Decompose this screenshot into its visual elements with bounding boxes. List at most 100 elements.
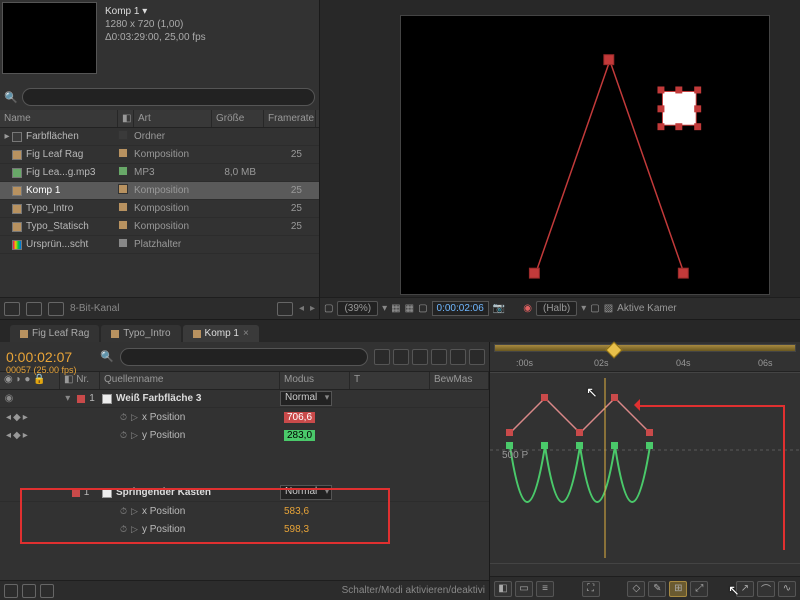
timeline-timecode[interactable]: 0:00:02:07: [0, 349, 100, 365]
arrowhead-icon: [628, 399, 640, 411]
graph-icon[interactable]: ▷: [131, 430, 138, 441]
toggle-extra-icon[interactable]: [40, 584, 54, 598]
new-folder-icon[interactable]: [26, 302, 42, 316]
tl-opt4-icon[interactable]: [431, 349, 447, 365]
project-item[interactable]: Ursprün...schtPlatzhalter: [0, 236, 319, 254]
tl-opt2-icon[interactable]: [393, 349, 409, 365]
project-item[interactable]: Komp 1Komposition25: [0, 182, 319, 200]
comp-name[interactable]: Komp 1 ▾: [105, 6, 206, 17]
project-item[interactable]: Typo_StatischKomposition25: [0, 218, 319, 236]
viewer-footer: ▢ (39%) ▾ ▦ ▦ ▢ 0:00:02:06 📷 ◉ (Halb) ▾ …: [320, 297, 800, 319]
tl-opt6-icon[interactable]: [469, 349, 485, 365]
grid-icon[interactable]: ▦: [405, 303, 414, 314]
ge-ease2-icon[interactable]: ⌒: [757, 581, 775, 597]
timeline-tab[interactable]: Typo_Intro: [101, 325, 180, 342]
ge-sep-dim-icon[interactable]: ◇: [627, 581, 645, 597]
project-item-list: ▸FarbflächenOrdnerFig Leaf RagKompositio…: [0, 128, 319, 297]
project-item[interactable]: Typo_IntroKomposition25: [0, 200, 319, 218]
close-icon[interactable]: ×: [243, 328, 249, 339]
project-item[interactable]: ▸FarbflächenOrdner: [0, 128, 319, 146]
search-icon: 🔍: [100, 350, 114, 363]
property-value[interactable]: 598,3: [280, 524, 309, 535]
property-value[interactable]: 706,6: [284, 412, 315, 423]
nav-left-icon[interactable]: ◂: [299, 303, 304, 314]
stopwatch-icon[interactable]: ⏱: [120, 412, 127, 423]
layer-row[interactable]: ◉ ▾1 Weiß Farbfläche 3 Normal: [0, 390, 489, 408]
ge-graph-type-icon[interactable]: ▭: [515, 581, 533, 597]
comp-duration: Δ0:03:29:00, 25,00 fps: [105, 32, 206, 43]
annotation-arrow: [640, 405, 785, 550]
trash-icon[interactable]: [277, 302, 293, 316]
graph-icon[interactable]: ▷: [131, 412, 138, 423]
ge-choose-props-icon[interactable]: ◧: [494, 581, 512, 597]
blend-mode-select[interactable]: Normal: [280, 485, 332, 500]
camera-label[interactable]: Aktive Kamer: [617, 303, 676, 314]
zoom-ctrl-icon[interactable]: ▢: [324, 303, 333, 314]
res-icon[interactable]: ▦: [391, 303, 400, 314]
property-row[interactable]: ⏱▷y Position 598,3: [0, 520, 489, 538]
ge-fit-icon[interactable]: ⛶: [582, 581, 600, 597]
prev-kf-icon[interactable]: ◂: [6, 430, 11, 441]
snapshot-icon[interactable]: 📷: [493, 303, 505, 314]
property-row[interactable]: ◂◆▸ ⏱▷x Position 706,6: [0, 408, 489, 426]
property-row[interactable]: ⏱▷x Position 583,6: [0, 502, 489, 520]
prev-kf-icon[interactable]: ◂: [6, 412, 11, 423]
interpret-footage-icon[interactable]: [4, 302, 20, 316]
viewer-timecode[interactable]: 0:00:02:06: [432, 301, 489, 316]
kf-diamond-icon[interactable]: ◆: [13, 430, 21, 441]
new-comp-icon[interactable]: [48, 302, 64, 316]
source-name-header[interactable]: Quellenname: [100, 372, 280, 389]
property-value[interactable]: 583,6: [280, 506, 309, 517]
project-search-input[interactable]: [22, 88, 315, 106]
ge-autozoom-icon[interactable]: ⤢: [690, 581, 708, 597]
viewer-canvas[interactable]: [400, 15, 770, 295]
blend-mode-select[interactable]: Normal: [280, 391, 332, 406]
frame-info: 00057 (25.00 fps): [6, 365, 77, 375]
tl-opt5-icon[interactable]: [450, 349, 466, 365]
layer-row[interactable]: 1 Springender Kasten Normal: [0, 484, 489, 502]
stopwatch-icon[interactable]: ⏱: [120, 506, 127, 517]
time-ruler[interactable]: :00s 02s 04s 06s: [490, 342, 800, 372]
stopwatch-icon[interactable]: ⏱: [120, 430, 127, 441]
next-kf-icon[interactable]: ▸: [23, 412, 28, 423]
ge-options-icon[interactable]: ≡: [536, 581, 554, 597]
kf-diamond-icon[interactable]: ◆: [13, 412, 21, 423]
graph-icon[interactable]: ▷: [131, 506, 138, 517]
mask-icon[interactable]: ▢: [418, 303, 427, 314]
timeline-search-input[interactable]: [120, 348, 368, 366]
quality-select[interactable]: (Halb): [536, 301, 577, 316]
eye-icon[interactable]: ◉: [2, 393, 16, 404]
search-icon: 🔍: [4, 91, 18, 104]
toggle-modes-icon[interactable]: [22, 584, 36, 598]
property-value[interactable]: 283,0: [284, 430, 315, 441]
tl-opt1-icon[interactable]: [374, 349, 390, 365]
ge-ease1-icon[interactable]: ↗: [736, 581, 754, 597]
view1-icon[interactable]: ▢: [590, 303, 599, 314]
nav-right-icon[interactable]: ▸: [310, 303, 315, 314]
graph-editor[interactable]: 500 P: [490, 372, 800, 564]
ge-snap-icon[interactable]: ⊞: [669, 581, 687, 597]
project-column-headers[interactable]: Name ◧ Art Größe Framerate: [0, 110, 319, 128]
toggle-switches-icon[interactable]: [4, 584, 18, 598]
project-item[interactable]: Fig Lea...g.mp3MP38,0 MB: [0, 164, 319, 182]
footer-hint: Schalter/Modi aktivieren/deaktivi: [342, 585, 485, 596]
view2-icon[interactable]: ▨: [604, 303, 613, 314]
channel-icon[interactable]: ◉: [523, 303, 532, 314]
comp-thumbnail[interactable]: [2, 2, 97, 74]
zoom-select[interactable]: (39%): [337, 301, 378, 316]
ge-edit-icon[interactable]: ✎: [648, 581, 666, 597]
ge-ease3-icon[interactable]: ∿: [778, 581, 796, 597]
project-item[interactable]: Fig Leaf RagKomposition25: [0, 146, 319, 164]
graph-icon[interactable]: ▷: [131, 524, 138, 535]
label-icon: ◧: [64, 374, 73, 385]
property-row[interactable]: ◂◆▸ ⏱▷y Position 283,0: [0, 426, 489, 444]
composition-viewer: ▢ (39%) ▾ ▦ ▦ ▢ 0:00:02:06 📷 ◉ (Halb) ▾ …: [320, 0, 800, 319]
timeline-tab[interactable]: Komp 1 ×: [183, 325, 259, 342]
next-kf-icon[interactable]: ▸: [23, 430, 28, 441]
timeline-tab[interactable]: Fig Leaf Rag: [10, 325, 99, 342]
bit-depth-button[interactable]: 8-Bit-Kanal: [70, 303, 119, 314]
timeline-layer-panel: 00057 (25.00 fps) 0:00:02:07 🔍 ◉ ◗ ● 🔒 ◧…: [0, 342, 490, 600]
tl-opt3-icon[interactable]: [412, 349, 428, 365]
stopwatch-icon[interactable]: ⏱: [120, 524, 127, 535]
graph-editor-panel: :00s 02s 04s 06s 500 P: [490, 342, 800, 600]
